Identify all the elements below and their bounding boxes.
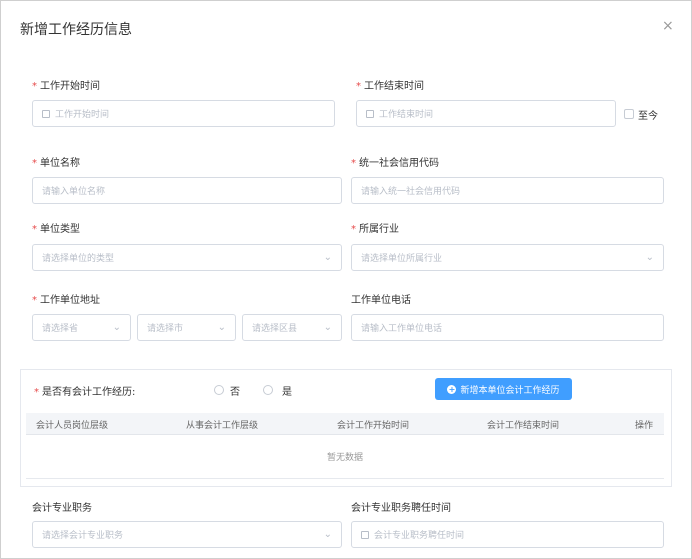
credit-code-label: * 统一社会信用代码 (351, 154, 439, 169)
required-mark: * (356, 81, 361, 92)
column-header: 会计工作结束时间 (487, 421, 560, 431)
accounting-question-text: 是否有会计工作经历: (42, 387, 136, 398)
phone-placeholder: 请输入工作单位电话 (361, 324, 443, 334)
accounting-title-select[interactable]: 请选择会计专业职务 ⌄ (32, 521, 342, 548)
end-date-label: * 工作结束时间 (356, 77, 424, 92)
start-date-label-text: 工作开始时间 (40, 81, 100, 92)
required-mark: * (32, 295, 37, 306)
calendar-icon (361, 530, 369, 539)
city-placeholder: 请选择市 (147, 324, 184, 334)
unit-name-placeholder: 请输入单位名称 (42, 187, 106, 197)
accounting-title-time-label: 会计专业职务聘任时间 (351, 503, 451, 514)
accounting-title-time-placeholder: 会计专业职务聘任时间 (374, 531, 465, 541)
credit-code-placeholder: 请输入统一社会信用代码 (361, 187, 461, 197)
accounting-question: * 是否有会计工作经历: (34, 383, 135, 398)
accounting-title-label: 会计专业职务 (32, 503, 92, 514)
empty-text: 暂无数据 (326, 453, 363, 463)
province-select[interactable]: 请选择省 ⌄ (32, 314, 131, 341)
unit-type-label: * 单位类型 (32, 220, 80, 235)
column-header: 会计工作开始时间 (337, 421, 410, 431)
column-header: 操作 (635, 421, 654, 431)
required-mark: * (34, 387, 39, 398)
required-mark: * (32, 158, 37, 169)
until-now-checkbox[interactable] (624, 109, 634, 119)
end-date-label-text: 工作结束时间 (364, 81, 424, 92)
close-icon[interactable]: × (662, 18, 674, 34)
unit-type-placeholder: 请选择单位的类型 (42, 254, 115, 264)
phone-input[interactable]: 请输入工作单位电话 (351, 314, 664, 341)
start-date-input[interactable]: 工作开始时间 (32, 100, 335, 127)
chevron-down-icon: ⌄ (645, 252, 654, 263)
required-mark: * (351, 224, 356, 235)
chevron-down-icon: ⌄ (323, 322, 332, 333)
until-now-label: 至今 (638, 111, 658, 122)
district-select[interactable]: 请选择区县 ⌄ (242, 314, 342, 341)
calendar-icon (366, 109, 374, 118)
required-mark: * (32, 224, 37, 235)
industry-label-text: 所属行业 (359, 224, 399, 235)
accounting-title-time-input[interactable]: 会计专业职务聘任时间 (351, 521, 664, 548)
unit-name-input[interactable]: 请输入单位名称 (32, 177, 342, 204)
chevron-down-icon: ⌄ (112, 322, 121, 333)
add-accounting-experience-button[interactable]: + 新增本单位会计工作经历 (435, 378, 572, 400)
end-date-placeholder: 工作结束时间 (379, 110, 434, 120)
address-label: * 工作单位地址 (32, 291, 100, 306)
plus-circle-icon: + (447, 384, 457, 394)
industry-placeholder: 请选择单位所属行业 (361, 254, 443, 264)
chevron-down-icon: ⌄ (323, 529, 332, 540)
chevron-down-icon: ⌄ (217, 322, 226, 333)
credit-code-input[interactable]: 请输入统一社会信用代码 (351, 177, 664, 204)
accounting-table-header: 会计人员岗位层级 从事会计工作层级 会计工作开始时间 会计工作结束时间 操作 (26, 413, 664, 435)
district-placeholder: 请选择区县 (252, 324, 298, 334)
end-date-input[interactable]: 工作结束时间 (356, 100, 616, 127)
accounting-title-placeholder: 请选择会计专业职务 (42, 531, 124, 541)
dialog: 新增工作经历信息 × * 工作开始时间 工作开始时间 * 工作结束时间 工作结束时间… (0, 0, 692, 559)
unit-type-select[interactable]: 请选择单位的类型 ⌄ (32, 244, 342, 271)
address-label-text: 工作单位地址 (40, 295, 100, 306)
column-header: 会计人员岗位层级 (36, 421, 109, 431)
unit-name-label: * 单位名称 (32, 154, 80, 169)
accounting-yes-label: 是 (282, 387, 292, 398)
accounting-table-empty: 暂无数据 (26, 435, 664, 479)
column-header: 从事会计工作层级 (186, 421, 259, 431)
accounting-yes-radio[interactable] (263, 385, 273, 395)
accounting-no-label: 否 (230, 387, 240, 398)
province-placeholder: 请选择省 (42, 324, 79, 334)
unit-type-label-text: 单位类型 (40, 224, 80, 235)
start-date-placeholder: 工作开始时间 (55, 110, 110, 120)
credit-code-label-text: 统一社会信用代码 (359, 158, 439, 169)
calendar-icon (42, 109, 50, 118)
city-select[interactable]: 请选择市 ⌄ (137, 314, 236, 341)
unit-name-label-text: 单位名称 (40, 158, 80, 169)
phone-label: 工作单位电话 (351, 295, 411, 306)
required-mark: * (32, 81, 37, 92)
required-mark: * (351, 158, 356, 169)
add-accounting-experience-label: 新增本单位会计工作经历 (460, 385, 560, 396)
start-date-label: * 工作开始时间 (32, 77, 100, 92)
industry-label: * 所属行业 (351, 220, 399, 235)
chevron-down-icon: ⌄ (323, 252, 332, 263)
accounting-no-radio[interactable] (214, 385, 224, 395)
dialog-title: 新增工作经历信息 (20, 22, 132, 38)
industry-select[interactable]: 请选择单位所属行业 ⌄ (351, 244, 664, 271)
